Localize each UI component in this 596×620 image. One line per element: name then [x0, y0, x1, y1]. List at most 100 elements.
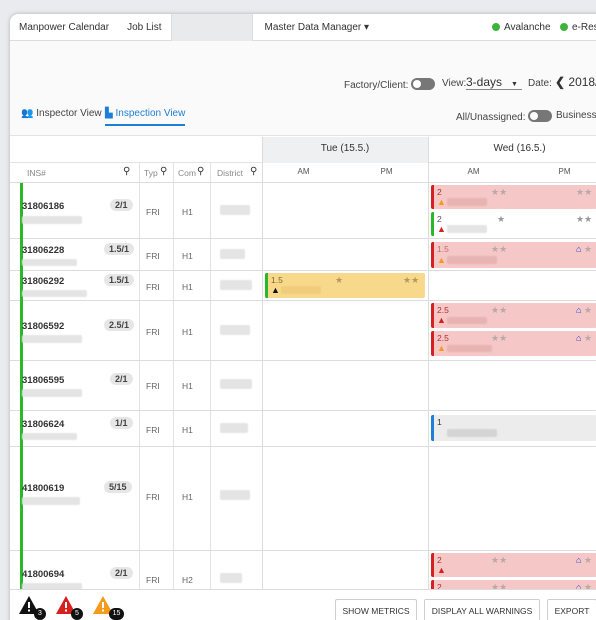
- search-icon[interactable]: ⚲: [197, 166, 204, 177]
- wed-am-header: AM: [467, 167, 480, 176]
- table-row[interactable]: 31806624 1/1 FRI H1 1: [10, 411, 596, 447]
- card-value: 1.5: [271, 275, 283, 285]
- tab-inspection-view[interactable]: ▙ Inspection View: [105, 106, 186, 126]
- view-select[interactable]: 3-days ▼: [466, 75, 522, 90]
- star-icon: ★: [584, 555, 593, 565]
- redacted-text: [447, 429, 497, 437]
- table-row[interactable]: 31806228 1.5/1 FRI H1 1.5 ▲ ★★ ⌂ ★: [10, 239, 596, 271]
- inspection-card[interactable]: 2.5 ▲ ★★ ⌂ ★: [431, 331, 596, 356]
- assignees-icon: ★★: [576, 214, 593, 224]
- inspection-card[interactable]: 1: [431, 415, 596, 441]
- card-status-bar: [265, 273, 268, 298]
- business-line-filter[interactable]: Business L: [556, 110, 596, 121]
- nav-master-data-manager[interactable]: Master Data Manager ▾: [261, 14, 379, 41]
- ratio-badge: 2/1: [110, 373, 133, 385]
- type-value: FRI: [146, 327, 160, 337]
- inspection-card[interactable]: 1.5 ▲ ★ ★★: [265, 273, 425, 298]
- ins-number[interactable]: 31806228: [22, 245, 64, 256]
- tab-inspector-view[interactable]: 👥 Inspector View: [21, 108, 102, 119]
- day-header-row: Tue (15.5.) Wed (16.5.): [10, 137, 596, 163]
- ratio-badge: 2/1: [110, 199, 133, 211]
- day-header-wed: Wed (16.5.): [428, 137, 596, 161]
- card-status-bar: [431, 212, 434, 236]
- star-icon: ★: [584, 305, 593, 315]
- ins-header[interactable]: INS#: [27, 168, 46, 178]
- warning-icon: ▲: [437, 224, 446, 234]
- ins-number[interactable]: 41800694: [22, 569, 64, 580]
- inspection-card[interactable]: 2 ▲ ★★ ⌂ ★: [431, 580, 596, 589]
- redacted-text: [281, 286, 321, 294]
- com-header[interactable]: Com: [178, 168, 196, 178]
- status-avalanche: Avalanche: [492, 14, 551, 41]
- card-status-bar: [431, 580, 434, 589]
- card-value: 2.5: [437, 305, 449, 315]
- card-status-bar: [431, 242, 434, 268]
- inspection-table: Tue (15.5.) Wed (16.5.) INS# ⚲ Typ ⚲ Com…: [10, 137, 596, 589]
- home-icon: ⌂: [576, 305, 582, 315]
- redacted-text: [22, 497, 80, 505]
- display-all-warnings-button[interactable]: DISPLAY ALL WARNINGS: [424, 599, 540, 620]
- card-value: 2.5: [437, 333, 449, 343]
- status-ereso: e-Reso: [560, 14, 596, 41]
- caret-down-icon: ▼: [511, 81, 518, 88]
- bar-chart-icon: ▙: [105, 108, 113, 119]
- all-unassigned-toggle[interactable]: [528, 110, 553, 122]
- ins-number[interactable]: 31806292: [22, 276, 64, 287]
- ratio-badge: 2/1: [110, 567, 133, 579]
- redacted-text: [22, 335, 82, 343]
- card-status-bar: [431, 331, 434, 356]
- card-value: 2: [437, 187, 442, 197]
- date-picker[interactable]: ❮ 2018/0: [555, 75, 596, 89]
- factory-client-toggle[interactable]: [411, 78, 436, 90]
- status-avalanche-label: Avalanche: [504, 22, 551, 33]
- search-icon[interactable]: ⚲: [160, 166, 167, 177]
- ins-number[interactable]: 31806186: [22, 201, 64, 212]
- home-icon: ⌂: [576, 333, 582, 343]
- district-header[interactable]: District: [217, 168, 243, 178]
- tue-am-header: AM: [297, 167, 310, 176]
- star-icon: ★: [584, 582, 593, 589]
- tab-inspector-view-label: Inspector View: [36, 108, 102, 119]
- ins-number[interactable]: 41800619: [22, 483, 64, 494]
- home-icon: ⌂: [576, 582, 582, 589]
- top-nav: Manpower Calendar Job List Master Data M…: [10, 14, 596, 41]
- assignees-icon: ★★: [491, 555, 508, 565]
- type-value: FRI: [146, 381, 160, 391]
- inspection-card[interactable]: 2 ▲ ★ ★★: [431, 212, 596, 236]
- table-row[interactable]: 31806292 1.5/1 FRI H1 1.5 ▲ ★ ★★: [10, 271, 596, 301]
- assignees-icon: ★★: [403, 275, 420, 285]
- inspection-card[interactable]: 2 ▲ ★★ ★★: [431, 185, 596, 209]
- search-icon[interactable]: ⚲: [250, 166, 257, 177]
- redacted-text: [22, 389, 82, 397]
- ins-number[interactable]: 31806592: [22, 321, 64, 332]
- ins-number[interactable]: 31806624: [22, 419, 64, 430]
- inspection-card[interactable]: 2 ▲ ★★ ⌂ ★: [431, 553, 596, 577]
- row-status-bar: [20, 361, 23, 411]
- export-button[interactable]: EXPORT: [547, 599, 596, 620]
- redacted-text: [22, 216, 82, 224]
- star-icon: ★: [584, 244, 593, 254]
- com-value: H1: [182, 207, 193, 217]
- table-row[interactable]: 31806186 2/1 FRI H1 2 ▲ ★★ ★★ 2 ▲ ★ ★★: [10, 183, 596, 239]
- inspection-card[interactable]: 1.5 ▲ ★★ ⌂ ★: [431, 242, 596, 268]
- nav-manpower-calendar[interactable]: Manpower Calendar: [10, 14, 118, 41]
- table-row[interactable]: 41800694 2/1 FRI H2 2 ▲ ★★ ⌂ ★ 2 ▲ ★★ ⌂ …: [10, 551, 596, 589]
- table-row[interactable]: 31806592 2.5/1 FRI H1 2.5 ▲ ★★ ⌂ ★ 2.5 ▲…: [10, 301, 596, 361]
- redacted-text: [22, 290, 87, 297]
- redacted-district: [220, 379, 252, 389]
- ratio-badge: 1.5/1: [104, 243, 135, 255]
- inspection-card[interactable]: 2.5 ▲ ★★ ⌂ ★: [431, 303, 596, 328]
- nav-job-list[interactable]: Job List: [118, 14, 170, 41]
- ratio-badge: 1.5/1: [104, 274, 135, 286]
- table-row[interactable]: 41800619 5/15 FRI H1: [10, 447, 596, 551]
- show-metrics-button[interactable]: SHOW METRICS: [335, 599, 417, 620]
- redacted-text: [22, 433, 77, 440]
- type-header[interactable]: Typ: [144, 168, 158, 178]
- ins-number[interactable]: 31806595: [22, 375, 64, 386]
- table-row[interactable]: 31806595 2/1 FRI H1: [10, 361, 596, 411]
- card-value: 2: [437, 555, 442, 565]
- date-label: Date:: [528, 78, 552, 89]
- nav-redacted-tab[interactable]: [170, 14, 253, 41]
- chevron-left-icon[interactable]: ❮: [555, 75, 565, 89]
- search-icon[interactable]: ⚲: [123, 166, 130, 177]
